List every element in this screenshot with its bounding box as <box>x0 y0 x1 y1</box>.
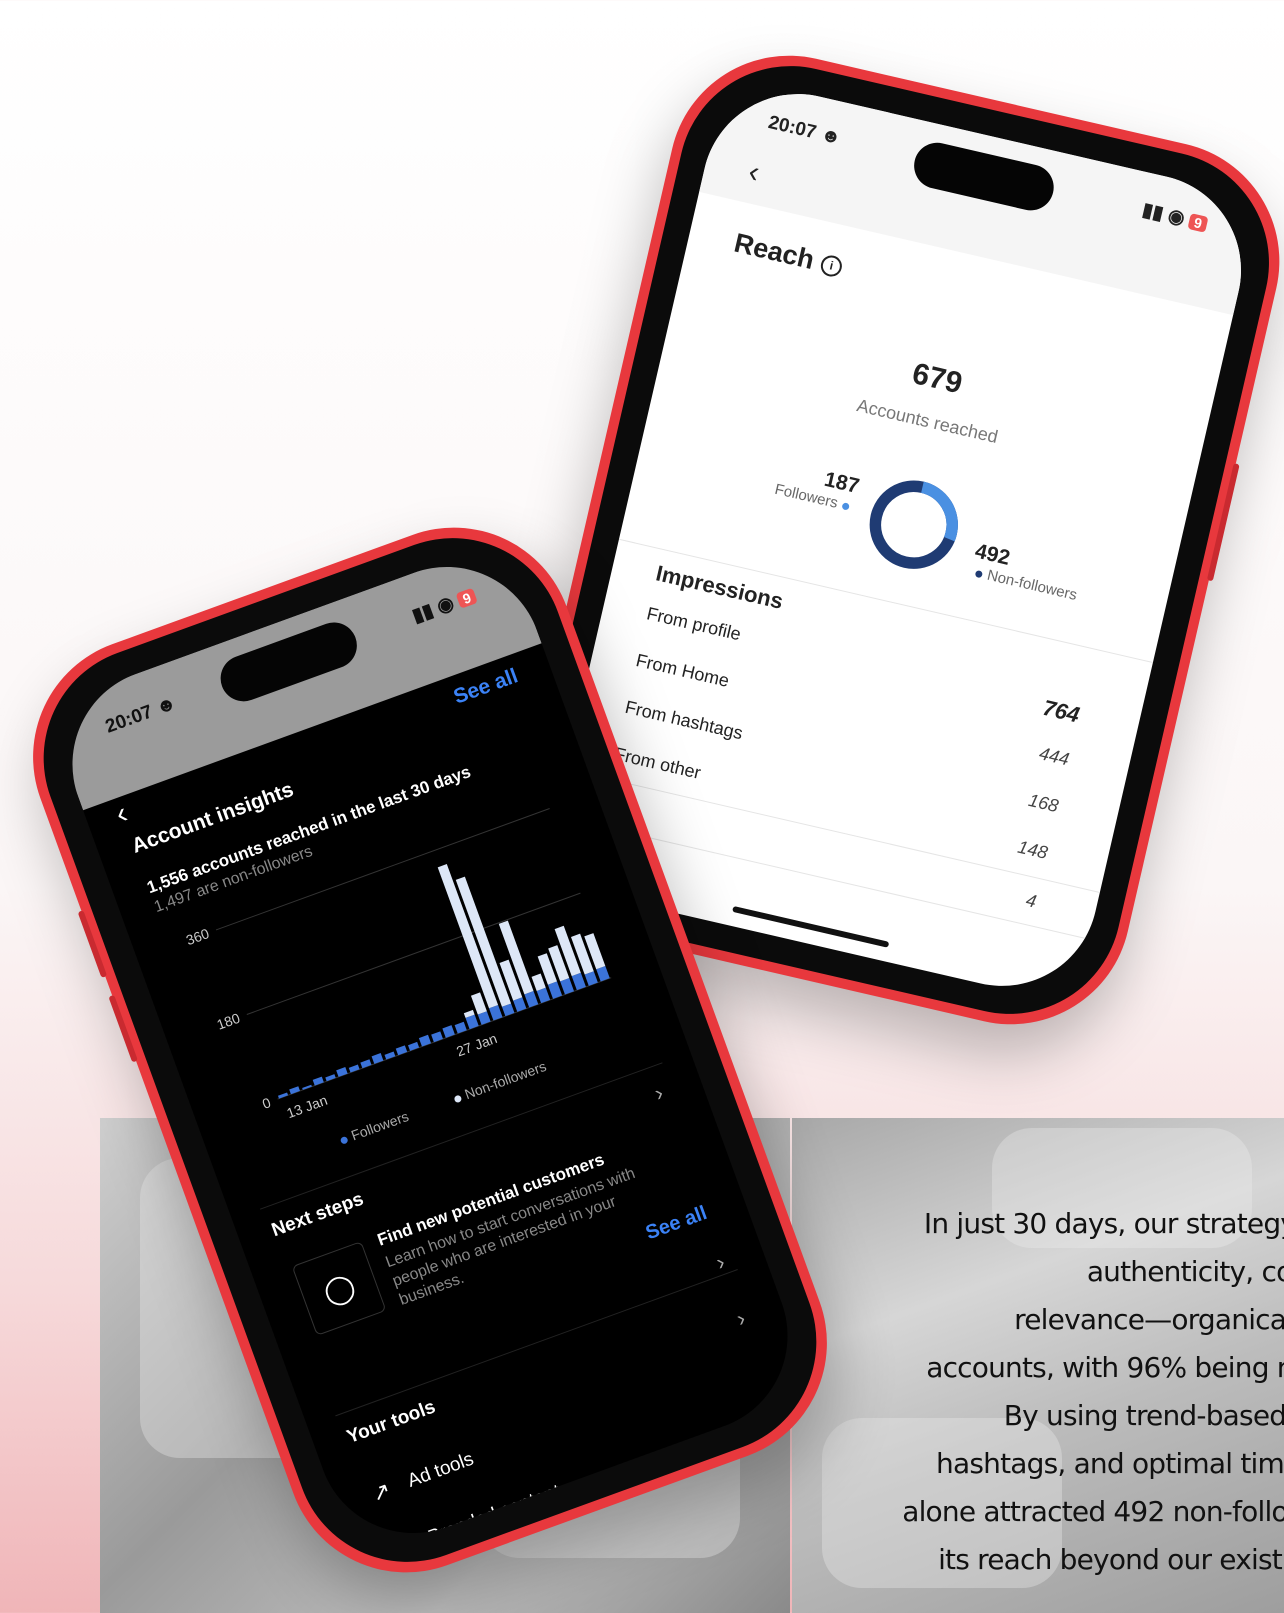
y-tick-label: 0 <box>260 1094 273 1112</box>
reach-donut-chart <box>869 480 958 569</box>
row-label: From hashtags <box>623 696 745 744</box>
chevron-right-icon[interactable]: › <box>651 1080 667 1107</box>
home-indicator <box>732 905 890 948</box>
bar-followers <box>418 1034 432 1047</box>
story-line: its reach beyond our exist <box>938 1543 1283 1576</box>
page-title: Reach i <box>731 228 845 283</box>
legend-followers: Followers <box>348 1107 411 1144</box>
row-value: 4 <box>1024 889 1039 912</box>
bar-followers <box>371 1053 384 1064</box>
y-tick-label: 180 <box>215 1010 243 1033</box>
non-followers-dot <box>974 569 984 578</box>
back-arrow-icon[interactable]: ‹ <box>111 797 132 832</box>
bar-followers <box>312 1076 324 1086</box>
bar-followers <box>454 1021 467 1034</box>
bar-followers <box>395 1045 408 1056</box>
story-text: In just 30 days, our strategy authentici… <box>850 1200 1284 1584</box>
wifi-icon: ◉ <box>434 592 457 619</box>
reach-title: Reach <box>731 227 818 276</box>
story-line: hashtags, and optimal tim <box>936 1447 1284 1480</box>
next-steps-heading: Next steps <box>268 1188 367 1242</box>
x-tick-label: 27 Jan <box>454 1030 499 1059</box>
chevron-right-icon[interactable]: › <box>733 1305 749 1332</box>
non-followers-stat: 492 Non-followers <box>969 540 1134 616</box>
signal-icon: ▮▮ <box>1140 199 1166 225</box>
story-line: relevance—organically <box>1014 1303 1284 1336</box>
story-line: authenticity, cor <box>1086 1255 1284 1288</box>
person-icon: ☻ <box>818 124 843 150</box>
impressions-total: 764 <box>1040 694 1082 728</box>
followers-dot <box>841 501 850 511</box>
story-line: alone attracted 492 non-follo <box>902 1495 1284 1528</box>
bar-followers <box>277 1092 289 1099</box>
bar-followers <box>408 1041 420 1051</box>
battery-icon: 9 <box>1187 213 1209 233</box>
legend-dot-followers <box>339 1135 349 1145</box>
non-followers-arc <box>869 480 958 569</box>
bar-followers <box>571 972 586 991</box>
row-label: From profile <box>644 603 743 645</box>
chat-bubble-icon: ◯ <box>291 1241 387 1336</box>
story-line: In just 30 days, our strategy <box>923 1207 1284 1240</box>
bar-followers <box>547 981 563 999</box>
legend-dot-non-followers <box>453 1094 463 1104</box>
tool-label: Ad tools <box>404 1448 477 1492</box>
row-value: 444 <box>1037 743 1072 770</box>
story-line: By using trend-based <box>1003 1399 1284 1432</box>
bar-followers <box>336 1067 348 1077</box>
tool-ad-tools[interactable]: ↗ Ad tools <box>365 1447 478 1509</box>
bar-followers <box>360 1059 372 1069</box>
x-tick-label: 13 Jan <box>284 1092 329 1121</box>
bar-followers <box>442 1025 455 1038</box>
row-label: From Home <box>634 650 732 691</box>
followers-stat: 187 Followers <box>745 451 861 516</box>
row-value: 168 <box>1026 789 1061 817</box>
followers-arc <box>869 480 958 569</box>
info-icon[interactable]: i <box>818 253 844 280</box>
bar-followers <box>431 1031 443 1043</box>
row-value: 148 <box>1015 836 1050 863</box>
y-tick-label: 360 <box>184 925 212 948</box>
trend-arrow-icon: ↗ <box>368 1476 395 1507</box>
your-tools-heading: Your tools <box>344 1396 439 1448</box>
wifi-icon: ◉ <box>1165 205 1187 230</box>
story-line: accounts, with 96% being n <box>926 1351 1284 1384</box>
bar-non-followers <box>531 973 546 991</box>
impressions-title: Impressions <box>653 560 786 614</box>
branded-content-icon: ▣ <box>387 1532 416 1561</box>
